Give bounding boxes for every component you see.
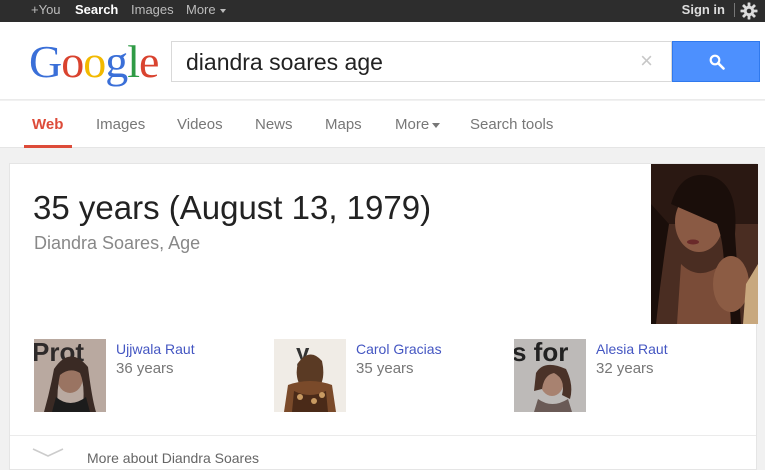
logo-letter: g xyxy=(105,36,128,87)
chevron-down-icon xyxy=(219,8,226,13)
search-icon xyxy=(709,54,725,70)
logo-letter: o xyxy=(83,36,106,87)
sign-in-link[interactable]: Sign in xyxy=(682,2,725,18)
search-button[interactable] xyxy=(672,41,760,82)
more-about-link[interactable]: More about Diandra Soares xyxy=(87,450,259,466)
topbar-more-label: More xyxy=(186,2,216,17)
related-person-age: 35 years xyxy=(356,360,414,377)
active-tab-indicator xyxy=(24,145,72,148)
related-person-age: 36 years xyxy=(116,360,174,377)
tab-more[interactable]: More xyxy=(395,116,441,134)
tab-web[interactable]: Web xyxy=(32,116,63,134)
search-tools-button[interactable]: Search tools xyxy=(470,116,553,134)
tab-videos[interactable]: Videos xyxy=(177,116,223,134)
related-person-name[interactable]: Carol Gracias xyxy=(356,341,442,357)
tab-maps[interactable]: Maps xyxy=(325,116,362,134)
topbar-divider xyxy=(734,3,735,17)
logo-letter: l xyxy=(127,36,140,87)
close-icon[interactable]: × xyxy=(640,50,653,72)
person-photo[interactable] xyxy=(651,164,758,324)
google-logo[interactable]: Google xyxy=(29,36,159,87)
topbar-search-link[interactable]: Search xyxy=(75,2,118,18)
search-input[interactable] xyxy=(186,48,626,76)
answer-value: 35 years (August 13, 1979) xyxy=(33,189,432,226)
chevron-down-icon xyxy=(432,122,441,128)
tab-images[interactable]: Images xyxy=(96,116,145,134)
answer-card: 35 years (August 13, 1979) Diandra Soare… xyxy=(9,163,758,470)
search-tabs: Web Images Videos News Maps More Search … xyxy=(0,101,765,148)
top-bar: +You Search Images More Sign in xyxy=(0,0,765,22)
gear-icon[interactable] xyxy=(740,2,758,20)
more-about-row[interactable]: More about Diandra Soares xyxy=(10,435,756,470)
logo-letter: o xyxy=(61,36,84,87)
related-person-photo[interactable]: s for xyxy=(514,339,586,412)
chevron-down-icon[interactable] xyxy=(32,448,64,458)
topbar-more-menu[interactable]: More xyxy=(186,2,226,18)
related-person-photo[interactable]: Prot xyxy=(34,339,106,412)
search-box: × xyxy=(171,41,672,82)
topbar-you-link[interactable]: +You xyxy=(31,2,61,18)
tab-news[interactable]: News xyxy=(255,116,293,134)
related-person-photo[interactable]: y xyxy=(274,339,346,412)
logo-letter: e xyxy=(139,36,159,87)
search-header: Google × xyxy=(0,22,765,100)
svg-text:s for: s for xyxy=(514,339,568,367)
topbar-images-link[interactable]: Images xyxy=(131,2,174,18)
related-person-name[interactable]: Alesia Raut xyxy=(596,341,668,357)
related-person-name[interactable]: Ujjwala Raut xyxy=(116,341,195,357)
answer-subtitle: Diandra Soares, Age xyxy=(34,233,201,253)
related-person-age: 32 years xyxy=(596,360,654,377)
logo-letter: G xyxy=(29,36,62,87)
tab-more-label: More xyxy=(395,116,430,133)
